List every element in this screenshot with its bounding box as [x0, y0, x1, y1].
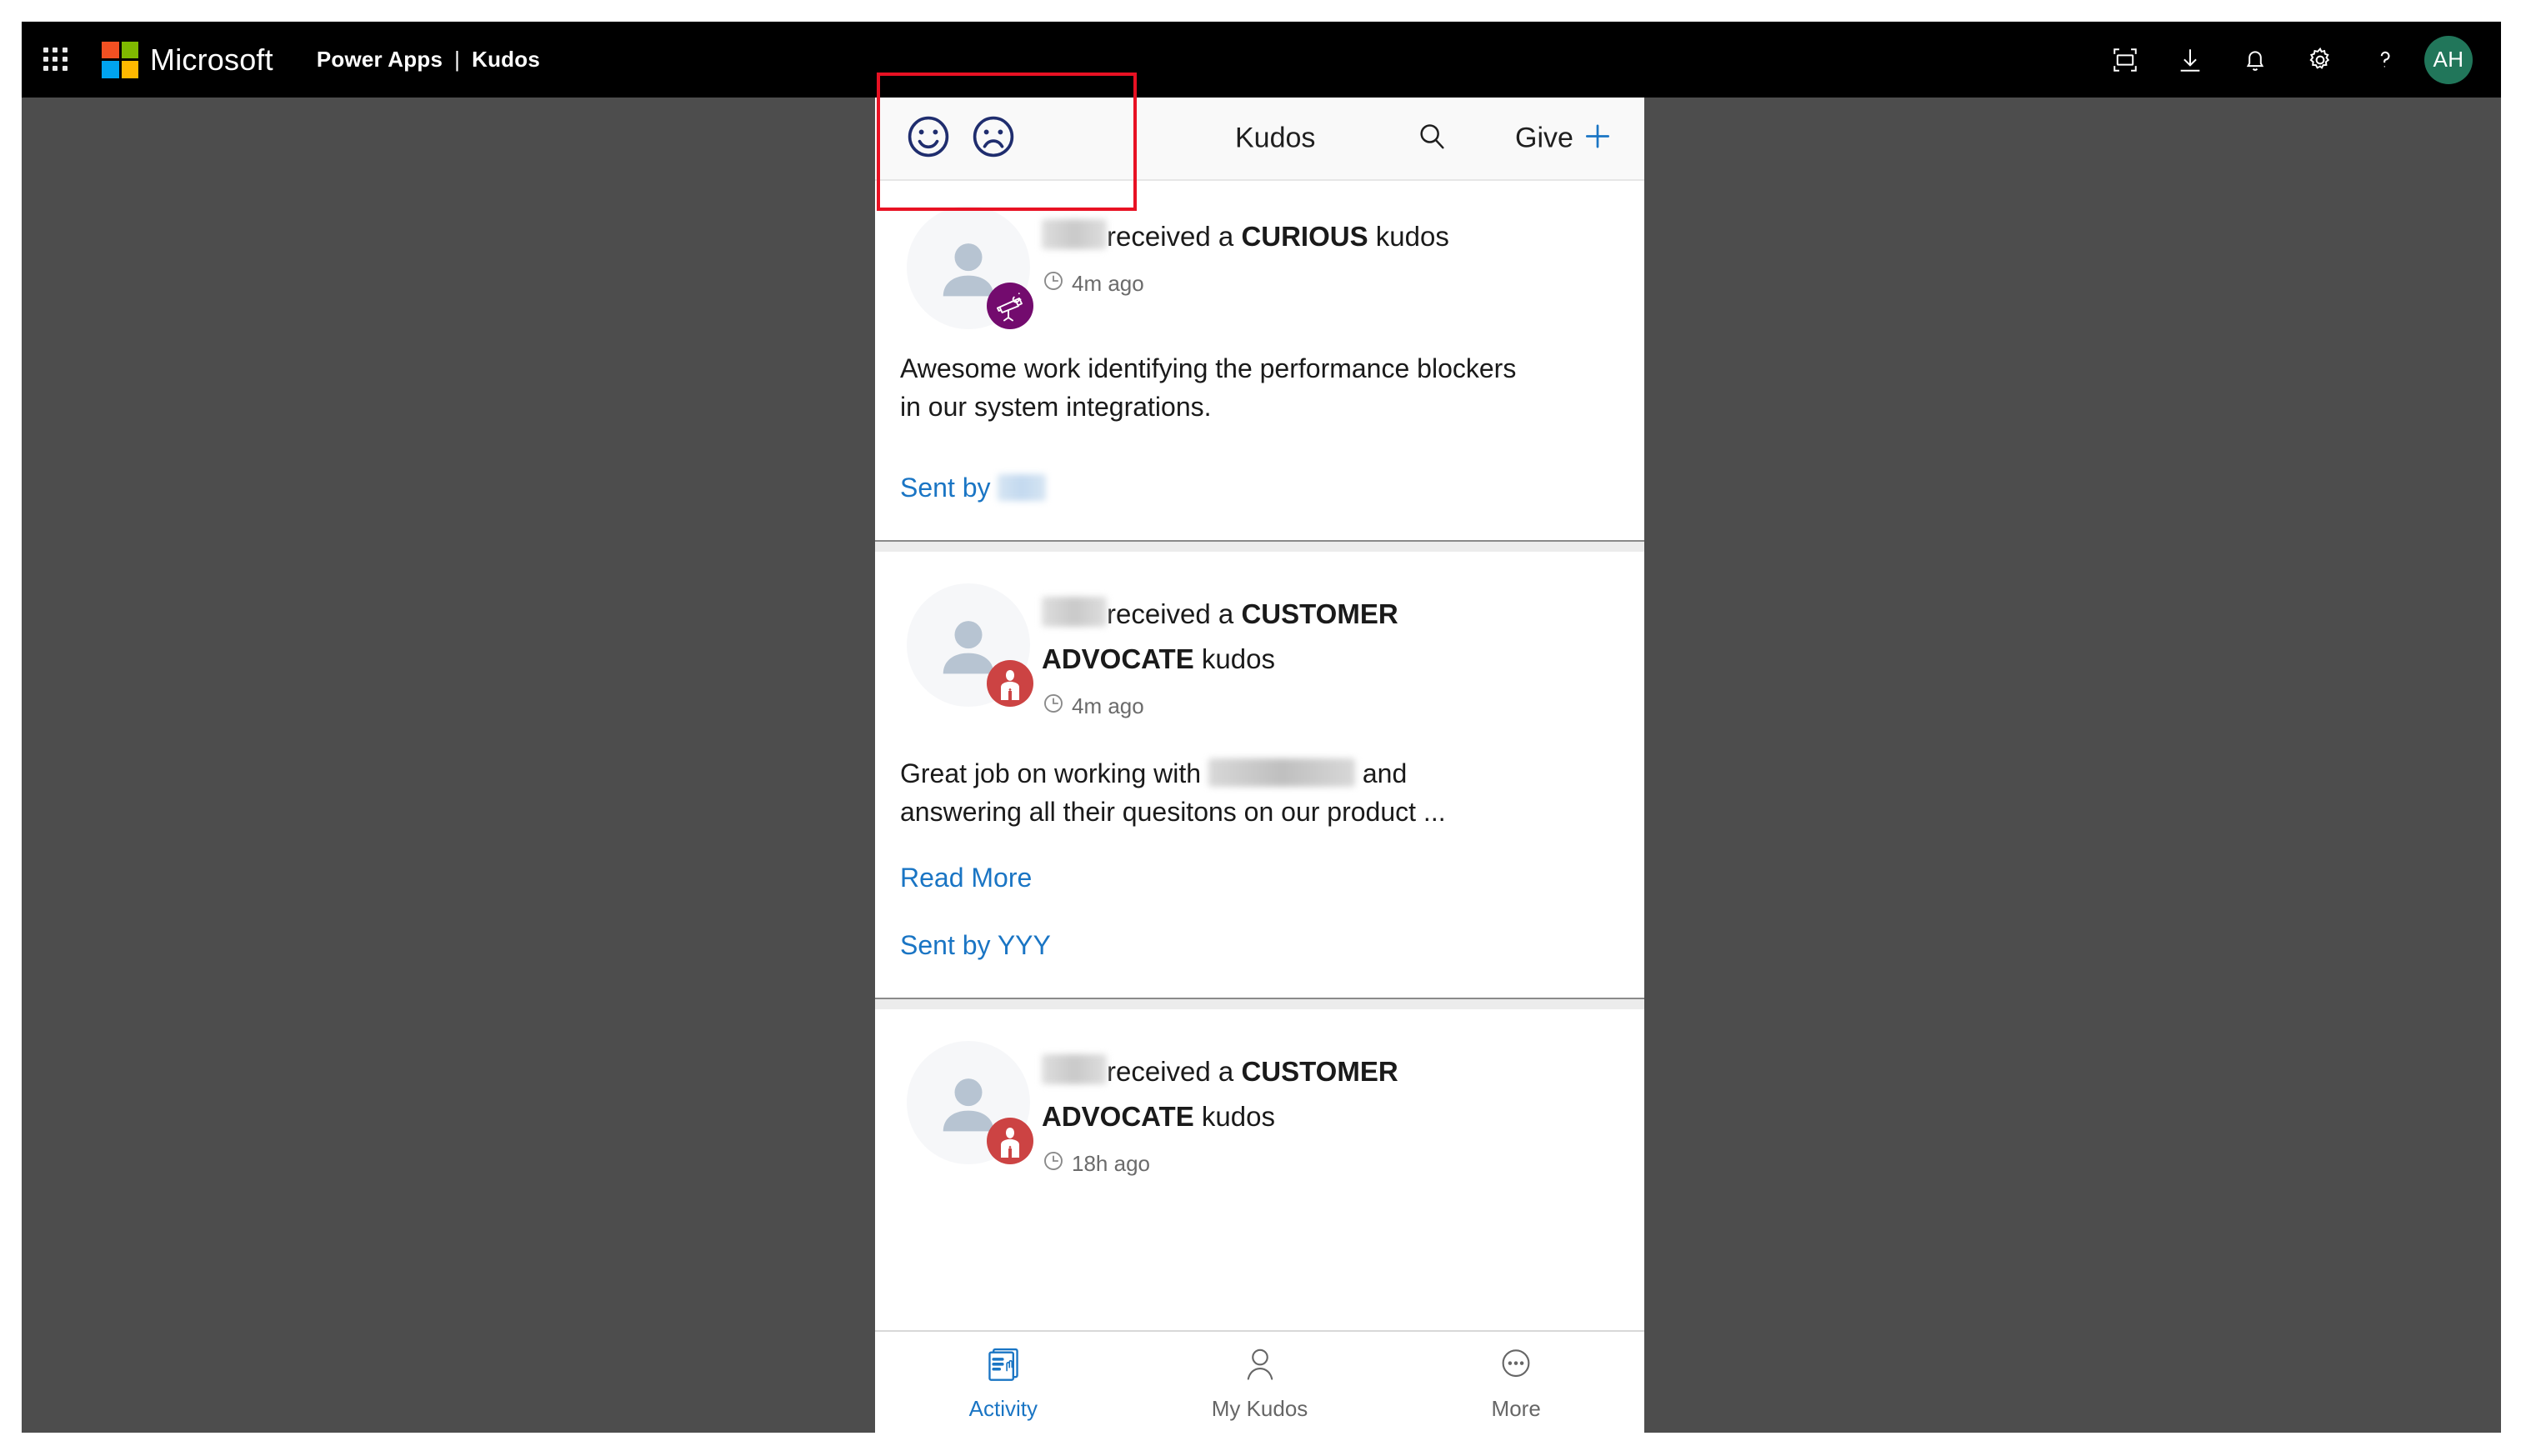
mentioned-name-redacted: [1208, 758, 1355, 787]
help-question-icon[interactable]: [2353, 22, 2418, 98]
feedback-emoji-buttons: [875, 113, 1017, 164]
sent-by-row: Sent by YYY: [875, 893, 1644, 998]
smiley-happy-icon[interactable]: [905, 113, 952, 164]
nav-item-activity[interactable]: Activity: [875, 1332, 1132, 1433]
activity-feed-icon: [982, 1343, 1025, 1391]
received-text: received a: [1107, 221, 1234, 252]
sent-by-link[interactable]: Sent by YYY: [900, 930, 1051, 961]
card-divider: [875, 998, 1644, 1018]
ellipsis-icon: [1494, 1343, 1538, 1391]
read-more-row: Read More: [875, 831, 1644, 893]
suite-separator: |: [454, 47, 461, 72]
recipient-name-redacted: [1042, 597, 1107, 627]
avatar: [900, 1041, 1033, 1164]
telescope-icon: [987, 283, 1033, 329]
timestamp: 4m ago: [1072, 693, 1144, 718]
recipient-name-redacted: [1042, 1054, 1107, 1084]
kudos-suffix: kudos: [1201, 643, 1275, 674]
kudos-headline: received a CUSTOMER ADVOCATE kudos: [1042, 592, 1542, 682]
kudos-message-text: Great job on working with and answering …: [900, 754, 1533, 831]
customer-advocate-person-icon: [987, 660, 1033, 707]
kudos-app-panel: Kudos Give received a CURIOUS kudos 4m a…: [875, 98, 1644, 1433]
kudos-card-header: received a CURIOUS kudos 4m ago: [875, 183, 1644, 329]
microsoft-logo-icon: [102, 41, 138, 78]
received-text: received a: [1107, 1056, 1234, 1087]
kudos-message-text: Awesome work identifying the performance…: [900, 349, 1533, 426]
customer-advocate-person-icon: [987, 1118, 1033, 1164]
timestamp: 18h ago: [1072, 1151, 1150, 1176]
search-icon[interactable]: [1415, 120, 1448, 158]
kudos-feed[interactable]: received a CURIOUS kudos 4m ago Awesome …: [875, 183, 1644, 1330]
kudos-headline: received a CURIOUS kudos: [1042, 214, 1449, 259]
kudos-card-text: received a CURIOUS kudos 4m ago: [1033, 206, 1449, 329]
app-launcher-icon[interactable]: [43, 47, 68, 73]
sent-by-row: Sent by: [875, 426, 1644, 540]
clock-icon: [1042, 1149, 1065, 1178]
kudos-app-header: Kudos Give: [875, 98, 1644, 181]
kudos-headline: received a CUSTOMER ADVOCATE kudos: [1042, 1049, 1542, 1139]
kudos-message: Awesome work identifying the performance…: [875, 329, 1644, 426]
person-icon: [1238, 1343, 1282, 1391]
kudos-card[interactable]: received a CUSTOMER ADVOCATE kudos: [875, 560, 1644, 998]
give-label: Give: [1515, 122, 1573, 154]
kudos-message-line-1: Awesome work identifying the performance: [900, 353, 1410, 383]
kudos-message-line-1-tail: and: [1362, 758, 1408, 788]
recipient-name-redacted: [1042, 219, 1107, 249]
settings-gear-icon[interactable]: [2288, 22, 2353, 98]
avatar: [900, 583, 1033, 707]
plus-icon: [1582, 121, 1613, 157]
clock-icon: [1042, 269, 1065, 298]
kudos-message-line-1: Great job on working with: [900, 758, 1202, 788]
kudos-card-text: received a CUSTOMER ADVOCATE kudos: [1033, 583, 1542, 721]
kudos-card-header: received a CUSTOMER ADVOCATE kudos: [875, 560, 1644, 721]
sender-name-redacted: [998, 474, 1047, 501]
power-apps-label: Power Apps: [316, 47, 443, 72]
kudos-card[interactable]: received a CUSTOMER ADVOCATE kudos: [875, 1018, 1644, 1178]
kudos-page-label: Kudos: [472, 47, 540, 72]
page-title: Kudos: [1235, 122, 1316, 154]
app-window: Microsoft Power Apps | Kudos AH Kudos Gi…: [22, 22, 2501, 1433]
card-divider: [875, 540, 1644, 560]
kudos-suffix: kudos: [1201, 1101, 1275, 1132]
kudos-message: Great job on working with and answering …: [875, 721, 1644, 831]
timestamp-row: 4m ago: [1042, 269, 1449, 298]
timestamp: 4m ago: [1072, 271, 1144, 296]
nav-label-activity: Activity: [968, 1395, 1038, 1421]
notifications-bell-icon[interactable]: [2223, 22, 2288, 98]
microsoft-suite-bar: Microsoft Power Apps | Kudos AH: [22, 22, 2501, 98]
suite-app-name[interactable]: Power Apps | Kudos: [317, 47, 540, 73]
read-more-link[interactable]: Read More: [900, 863, 1032, 893]
nav-label-my-kudos: My Kudos: [1211, 1395, 1308, 1421]
timestamp-row: 4m ago: [1042, 692, 1542, 721]
nav-item-my-kudos[interactable]: My Kudos: [1132, 1332, 1388, 1433]
avatar: [900, 206, 1033, 329]
sent-by-link[interactable]: Sent by: [900, 473, 1047, 503]
kudos-card-header: received a CUSTOMER ADVOCATE kudos: [875, 1018, 1644, 1178]
fit-to-screen-icon[interactable]: [2093, 22, 2158, 98]
smiley-sad-icon[interactable]: [970, 113, 1017, 164]
microsoft-brand-label: Microsoft: [150, 42, 273, 77]
timestamp-row: 18h ago: [1042, 1149, 1542, 1178]
kudos-type: CURIOUS: [1241, 221, 1368, 252]
give-kudos-button[interactable]: Give: [1515, 121, 1613, 157]
nav-item-more[interactable]: More: [1388, 1332, 1644, 1433]
kudos-card[interactable]: received a CURIOUS kudos 4m ago Awesome …: [875, 183, 1644, 540]
bottom-navigation: Activity My Kudos More: [875, 1330, 1644, 1433]
user-avatar[interactable]: AH: [2424, 35, 2473, 84]
suite-actions: AH: [2093, 22, 2501, 98]
kudos-suffix: kudos: [1375, 221, 1449, 252]
sent-by-label: Sent by: [900, 473, 991, 503]
kudos-message-line-2: answering all their quesitons on our pro…: [900, 797, 1446, 827]
kudos-card-text: received a CUSTOMER ADVOCATE kudos: [1033, 1041, 1542, 1178]
clock-icon: [1042, 692, 1065, 721]
download-icon[interactable]: [2158, 22, 2223, 98]
nav-label-more: More: [1491, 1395, 1541, 1421]
received-text: received a: [1107, 598, 1234, 629]
